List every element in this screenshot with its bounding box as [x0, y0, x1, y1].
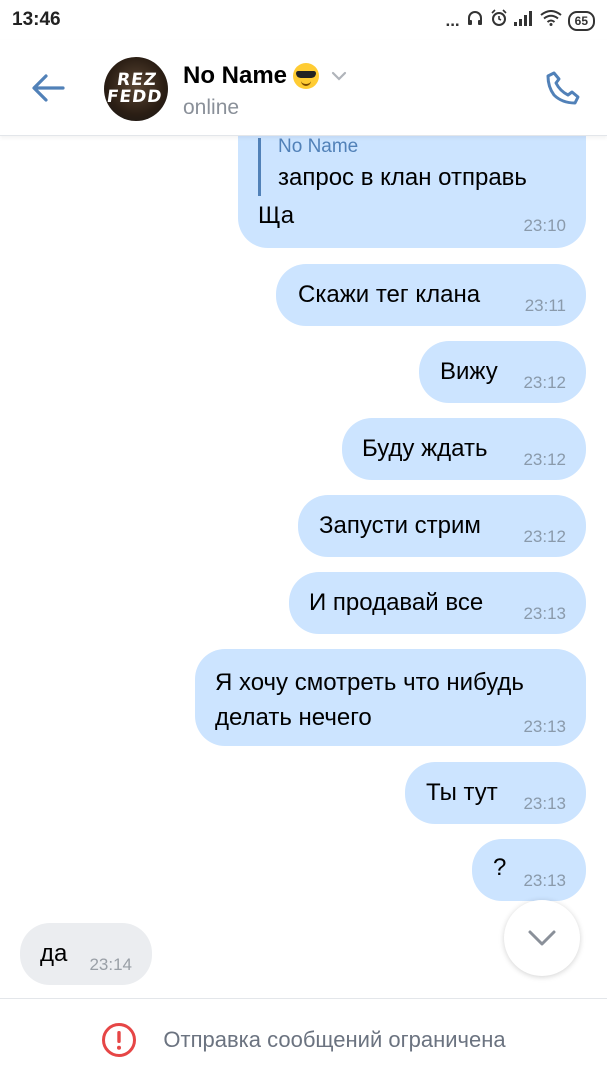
avatar[interactable]: REZ FEDD: [104, 57, 168, 121]
reply-text: запрос в клан отправь: [278, 164, 527, 191]
wifi-icon: [540, 10, 562, 31]
status-icons: ... 65: [445, 9, 595, 32]
reply-quote-bar: [258, 138, 261, 196]
message-bubble[interactable]: да 23:14: [20, 923, 152, 985]
composer-restricted-notice: Отправка сообщений ограничена: [0, 998, 607, 1080]
contact-name-row[interactable]: No Name: [183, 62, 347, 90]
phone-icon: [546, 71, 580, 105]
message-text: Буду ждать: [362, 435, 488, 462]
message-time: 23:13: [523, 717, 566, 736]
message-text: Ща: [258, 202, 295, 229]
sunglasses-emoji-icon: [293, 63, 320, 89]
message-time: 23:13: [523, 871, 566, 890]
message-text: И продавай все: [309, 589, 484, 616]
message-bubble[interactable]: Я хочу смотреть что нибудь делать нечего…: [195, 649, 586, 746]
chevron-down-icon: [331, 71, 347, 81]
chat-header: REZ FEDD No Name online: [0, 40, 607, 136]
avatar-text-line2: FEDD: [105, 87, 164, 107]
message-bubble[interactable]: Ты тут 23:13: [405, 762, 586, 824]
message-bubble[interactable]: Вижу 23:12: [419, 341, 586, 403]
message-time: 23:13: [523, 604, 566, 623]
message-text: Запусти стрим: [319, 512, 481, 539]
message-bubble[interactable]: Запусти стрим 23:12: [298, 495, 586, 557]
message-time: 23:10: [523, 216, 566, 235]
message-text: Вижу: [440, 358, 498, 385]
cell-signal-icon: [513, 10, 534, 31]
status-time: 13:46: [12, 9, 61, 30]
message-text-line2: делать нечего: [215, 704, 372, 731]
message-bubble[interactable]: Скажи тег клана 23:11: [276, 264, 586, 326]
exclamation-circle-icon: [102, 1022, 137, 1057]
message-time: 23:11: [524, 296, 566, 315]
scroll-to-bottom-button[interactable]: [504, 900, 580, 976]
battery-indicator: 65: [567, 10, 595, 31]
message-time: 23:14: [89, 955, 132, 974]
message-text: ?: [493, 854, 507, 881]
message-time: 23:13: [523, 794, 566, 813]
message-list[interactable]: No Name запрос в клан отправь Ща 23:10 С…: [0, 136, 607, 998]
call-button[interactable]: [541, 66, 585, 110]
chevron-down-icon: [528, 930, 556, 946]
headphones-icon: [466, 9, 484, 32]
status-bar: 13:46 ... 65: [0, 0, 607, 40]
message-bubble[interactable]: И продавай все 23:13: [289, 572, 586, 634]
more-dots-icon: ...: [445, 10, 460, 30]
alarm-icon: [490, 9, 508, 32]
message-text: Скажи тег клана: [298, 281, 481, 308]
message-time: 23:12: [523, 373, 566, 392]
message-bubble[interactable]: No Name запрос в клан отправь Ща 23:10: [238, 136, 586, 248]
reply-author: No Name: [278, 136, 359, 157]
message-time: 23:12: [523, 527, 566, 546]
message-text: да: [40, 940, 68, 967]
message-text-line1: Я хочу смотреть что нибудь: [215, 669, 524, 696]
arrow-left-icon: [32, 74, 65, 102]
message-bubble[interactable]: Буду ждать 23:12: [342, 418, 586, 480]
restricted-message-text: Отправка сообщений ограничена: [163, 1026, 506, 1052]
back-button[interactable]: [28, 68, 68, 108]
contact-name: No Name: [183, 62, 288, 89]
message-text: Ты тут: [426, 779, 498, 806]
message-time: 23:12: [523, 450, 566, 469]
contact-status: online: [183, 96, 240, 119]
message-bubble[interactable]: ? 23:13: [472, 839, 586, 901]
